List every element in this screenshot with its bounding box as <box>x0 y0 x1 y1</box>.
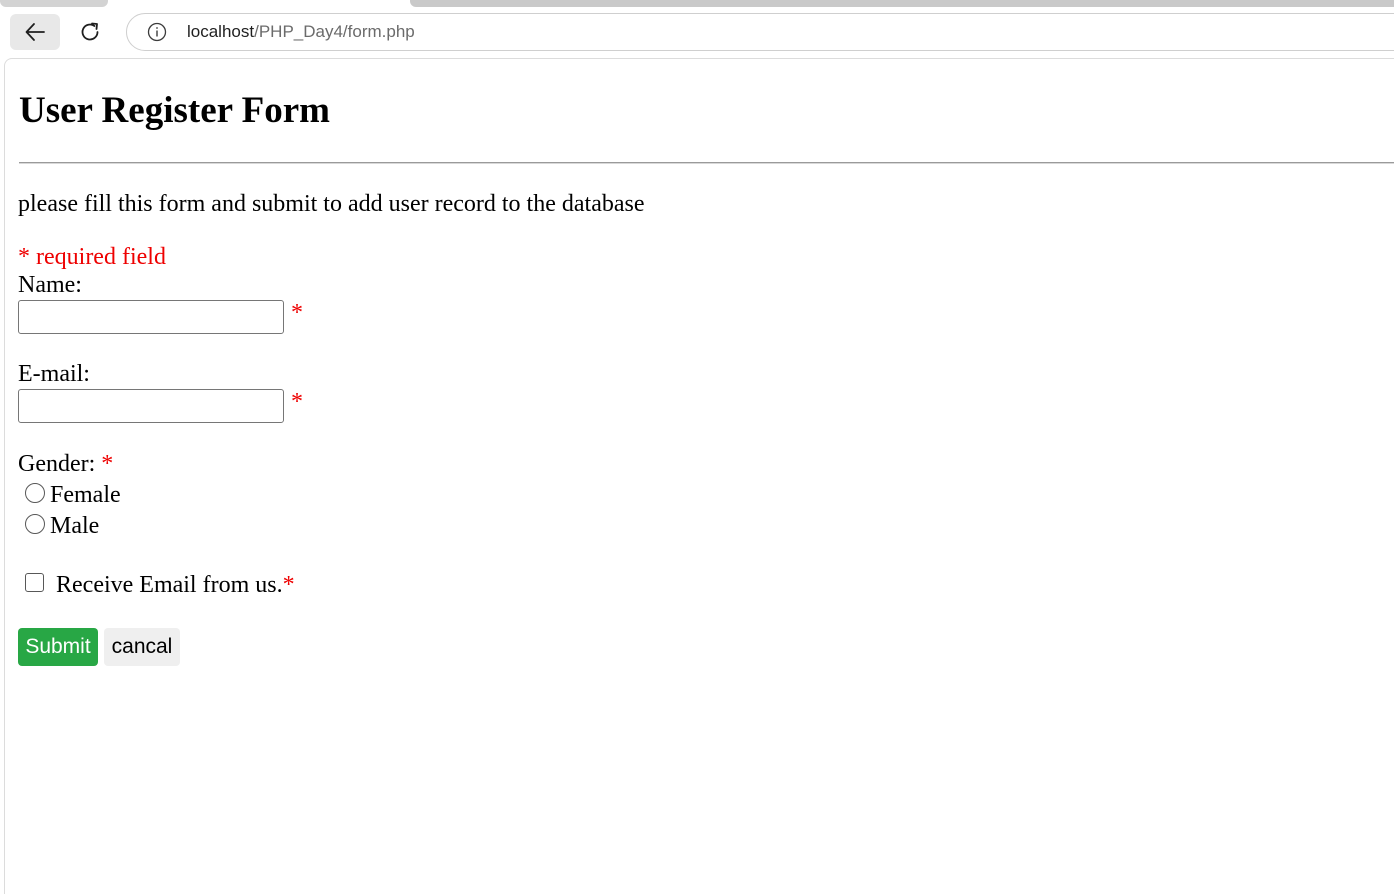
gender-option-male[interactable]: Male <box>25 512 99 540</box>
tab-right[interactable] <box>410 0 1394 7</box>
email-input[interactable] <box>18 389 284 423</box>
receive-email-checkbox[interactable] <box>25 573 44 592</box>
reload-button[interactable] <box>65 14 115 50</box>
gender-option-label: Female <box>50 482 121 508</box>
intro-text: please fill this form and submit to add … <box>18 191 645 217</box>
reload-icon <box>81 22 99 41</box>
arrow-left-icon <box>25 23 45 41</box>
tab-strip <box>0 0 1394 8</box>
info-icon[interactable] <box>147 22 167 42</box>
url-path: /PHP_Day4/form.php <box>254 22 415 41</box>
name-label: Name: <box>18 272 82 298</box>
browser-toolbar: localhost/PHP_Day4/form.php <box>0 8 1394 58</box>
cancel-button[interactable]: cancal <box>104 628 180 666</box>
name-required-star: * <box>291 300 303 326</box>
page-viewport: User Register Form please fill this form… <box>4 58 1394 894</box>
url-text[interactable]: localhost/PHP_Day4/form.php <box>187 22 415 42</box>
tab-left[interactable] <box>0 0 108 7</box>
submit-button[interactable]: Submit <box>18 628 98 666</box>
radio-female[interactable] <box>25 482 45 503</box>
page-title: User Register Form <box>19 90 330 131</box>
gender-required-star: * <box>101 451 114 477</box>
radio-male[interactable] <box>25 513 45 534</box>
address-bar[interactable]: localhost/PHP_Day4/form.php <box>126 13 1394 51</box>
receive-email-label: Receive Email from us. <box>56 572 283 598</box>
divider <box>19 162 1394 164</box>
gender-option-female[interactable]: Female <box>25 481 121 509</box>
receive-email-required-star: * <box>282 572 295 598</box>
receive-email-row[interactable]: Receive Email from us. * <box>25 571 295 599</box>
gender-label: Gender: <box>18 451 96 477</box>
url-host: localhost <box>187 22 255 41</box>
email-label: E-mail: <box>18 361 90 387</box>
gender-option-label: Male <box>50 513 100 539</box>
name-input[interactable] <box>18 300 284 334</box>
gender-label-row: Gender: * <box>18 450 113 478</box>
email-required-star: * <box>291 389 303 415</box>
required-field-note: * required field <box>18 244 166 270</box>
back-button[interactable] <box>10 14 60 50</box>
